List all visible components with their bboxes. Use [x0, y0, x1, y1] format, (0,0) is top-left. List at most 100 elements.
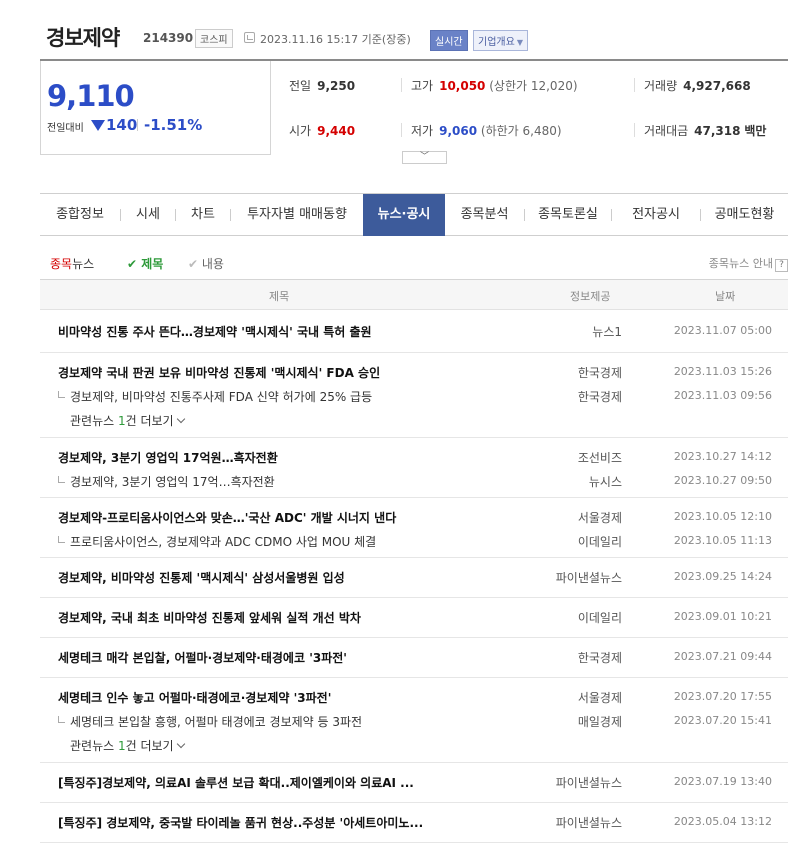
news-source: 파이낸셜뉴스	[555, 571, 622, 585]
news-row: 세명테크 인수 놓고 어펄마·태경에코·경보제약 '3파전' 서울경제 2023.0…	[40, 687, 788, 707]
news-title-link[interactable]: [특징주] 경보제약, 중국발 타이레놀 품귀 현상..주성분 '아세트아미노.…	[58, 814, 423, 831]
tab-overview[interactable]: 종합정보	[40, 194, 120, 236]
reply-corner-icon	[58, 476, 65, 483]
tab-analysis[interactable]: 종목분석	[445, 194, 524, 236]
tab-investor-trend[interactable]: 투자자별 매매동향	[231, 194, 363, 236]
news-title-link[interactable]: 세명테크 인수 놓고 어펄마·태경에코·경보제약 '3파전'	[58, 689, 331, 706]
news-date: 2023.09.25 14:24	[673, 570, 772, 583]
company-overview-dropdown[interactable]: 기업개요 ▼	[473, 30, 528, 51]
news-source: 이데일리	[577, 535, 622, 549]
stat-divider	[634, 123, 635, 137]
related-news-title: 세명테크 본입찰 흥행, 어펄마 태경에코 경보제약 등 3파전	[70, 715, 363, 729]
stat-value: 47,318	[694, 124, 741, 138]
company-name[interactable]: 경보제약	[46, 22, 120, 52]
related-news-row: 세명테크 본입찰 흥행, 어펄마 태경에코 경보제약 등 3파전 매일경제 2023…	[40, 711, 788, 731]
news-date: 2023.07.19 13:40	[673, 775, 772, 788]
stat-label: 시가	[289, 124, 312, 138]
news-item: 세명테크 매각 본입찰, 어펄마·경보제약·태경에코 '3파전' 한국경제 2023…	[40, 638, 788, 678]
current-price: 9,110	[47, 79, 135, 113]
heading-suffix: 뉴스	[72, 257, 95, 271]
news-title-link[interactable]: 비마약성 진통 주사 뜬다…경보제약 '맥시제식' 국내 특허 출원	[58, 323, 372, 340]
stat-divider	[401, 123, 402, 137]
more-prefix: 관련뉴스	[70, 739, 118, 753]
news-title-link[interactable]: 경보제약, 국내 최초 비마약성 진통제 앞세워 실적 개선 박차	[58, 609, 361, 626]
news-title-link[interactable]: 경보제약-프로티움사이언스와 맞손…'국산 ADC' 개발 시너지 낸다	[58, 509, 396, 526]
news-title-link[interactable]: 경보제약, 비마약성 진통제 '맥시제식' 삼성서울병원 입성	[58, 569, 345, 586]
news-date: 2023.10.27 09:50	[673, 474, 772, 487]
heading-prefix: 종목	[50, 257, 73, 271]
related-more-button[interactable]: 관련뉴스 1건 더보기	[70, 737, 185, 754]
column-date: 날짜	[715, 290, 736, 303]
tab-disclosure[interactable]: 전자공시	[612, 194, 700, 236]
stat-value: 9,250	[317, 79, 356, 93]
news-item: 세명테크 인수 놓고 어펄마·태경에코·경보제약 '3파전' 서울경제 2023.0…	[40, 678, 788, 763]
stock-code: 214390	[143, 31, 194, 45]
related-news-title: 경보제약, 비마약성 진통주사제 FDA 신약 허가에 25% 급등	[70, 390, 373, 404]
stat-divider	[401, 78, 402, 92]
news-source: 서울경제	[577, 511, 622, 525]
related-news-title: 프로티움사이언스, 경보제약과 ADC CDMO 사업 MOU 체결	[70, 535, 377, 549]
news-date: 2023.09.01 10:21	[673, 610, 772, 623]
related-news-title: 경보제약, 3분기 영업익 17억…흑자전환	[70, 475, 275, 489]
news-filter: 종목뉴스 ✔ 제목 ✔ 내용 종목뉴스 안내?	[40, 254, 788, 272]
news-title-link[interactable]: [특징주]경보제약, 의료AI 솔루션 보급 확대..제이엘케이와 의료AI .…	[58, 774, 414, 791]
news-source: 뉴시스	[588, 475, 622, 489]
stock-news-heading: 종목뉴스	[50, 255, 94, 272]
news-title-link[interactable]: 경보제약 국내 판권 보유 비마약성 진통제 '맥시제식' FDA 승인	[58, 364, 380, 381]
news-title-link[interactable]: 세명테크 매각 본입찰, 어펄마·경보제약·태경에코 '3파전'	[58, 649, 347, 666]
filter-body-option[interactable]: ✔ 내용	[188, 255, 224, 272]
news-item: [특징주]경보제약, 의료AI 솔루션 보급 확대..제이엘케이와 의료AI .…	[40, 763, 788, 803]
help-icon: ?	[775, 259, 788, 272]
related-more-button[interactable]: 관련뉴스 1건 더보기	[70, 412, 185, 429]
stat-value: 9,060	[439, 124, 478, 138]
stat-prev-close: 전일 9,250	[289, 77, 355, 94]
tab-bar: 종합정보 시세 차트 투자자별 매매동향 뉴스·공시 종목분석 종목토론실 전자…	[40, 193, 788, 236]
stat-high: 고가 10,050 (상한가 12,020)	[411, 77, 578, 94]
chevron-down-icon	[176, 414, 185, 424]
stat-open: 시가 9,440	[289, 122, 355, 139]
chevron-down-icon	[176, 739, 185, 749]
stat-label: 저가	[411, 124, 434, 138]
more-suffix: 건 더보기	[125, 739, 174, 753]
related-news-link[interactable]: 경보제약, 3분기 영업익 17억…흑자전환	[58, 473, 275, 490]
more-count: 1	[117, 414, 126, 428]
stat-label: 고가	[411, 79, 434, 93]
tab-chart[interactable]: 차트	[176, 194, 230, 236]
news-source: 뉴스1	[592, 325, 622, 339]
down-arrow-icon	[91, 120, 105, 131]
news-date: 2023.11.03 09:56	[673, 389, 772, 402]
change-rate: -1.51%	[144, 116, 203, 134]
expand-toggle[interactable]: ﹀	[402, 151, 447, 164]
stat-label: 거래량	[644, 79, 678, 93]
news-date: 2023.07.21 09:44	[673, 650, 772, 663]
news-row: 비마약성 진통 주사 뜬다…경보제약 '맥시제식' 국내 특허 출원 뉴스1 202…	[40, 321, 788, 341]
stat-low: 저가 9,060 (하한가 6,480)	[411, 122, 562, 139]
company-overview-label: 기업개요	[478, 37, 515, 48]
stat-amount: 거래대금 47,318 백만	[644, 122, 766, 139]
tab-discussion[interactable]: 종목토론실	[525, 194, 611, 236]
filter-title-option[interactable]: ✔ 제목	[127, 255, 163, 272]
guide-label: 종목뉴스 안내	[708, 257, 773, 270]
tab-quotes[interactable]: 시세	[121, 194, 175, 236]
related-news-link[interactable]: 경보제약, 비마약성 진통주사제 FDA 신약 허가에 25% 급등	[58, 388, 372, 405]
stat-value: 10,050	[439, 79, 486, 93]
related-news-link[interactable]: 프로티움사이언스, 경보제약과 ADC CDMO 사업 MOU 체결	[58, 533, 376, 550]
stat-divider	[634, 78, 635, 92]
tab-short-selling[interactable]: 공매도현황	[701, 194, 788, 236]
news-date: 2023.11.03 15:26	[673, 365, 772, 378]
related-more-row: 관련뉴스 1건 더보기	[40, 410, 788, 430]
news-item: 경보제약, 비마약성 진통제 '맥시제식' 삼성서울병원 입성 파이낸셜뉴스 202…	[40, 558, 788, 598]
related-news-link[interactable]: 세명테크 본입찰 흥행, 어펄마 태경에코 경보제약 등 3파전	[58, 713, 362, 730]
amount-unit: 백만	[744, 124, 767, 138]
news-date: 2023.05.04 13:12	[673, 815, 772, 828]
news-item: 경보제약 국내 판권 보유 비마약성 진통제 '맥시제식' FDA 승인 한국경제…	[40, 353, 788, 438]
realtime-button[interactable]: 실시간	[430, 30, 468, 51]
column-source: 정보제공	[570, 290, 611, 303]
tab-news[interactable]: 뉴스·공시	[363, 194, 445, 236]
price-stats: 전일 9,250 고가 10,050 (상한가 12,020) 거래량 4,927,6…	[271, 61, 788, 155]
stock-news-guide[interactable]: 종목뉴스 안내?	[709, 255, 788, 272]
news-title-link[interactable]: 경보제약, 3분기 영업익 17억원…흑자전환	[58, 449, 278, 466]
news-date: 2023.07.20 17:55	[673, 690, 772, 703]
news-date: 2023.11.07 05:00	[673, 324, 772, 337]
news-row: 경보제약, 국내 최초 비마약성 진통제 앞세워 실적 개선 박차 이데일리 202…	[40, 607, 788, 627]
